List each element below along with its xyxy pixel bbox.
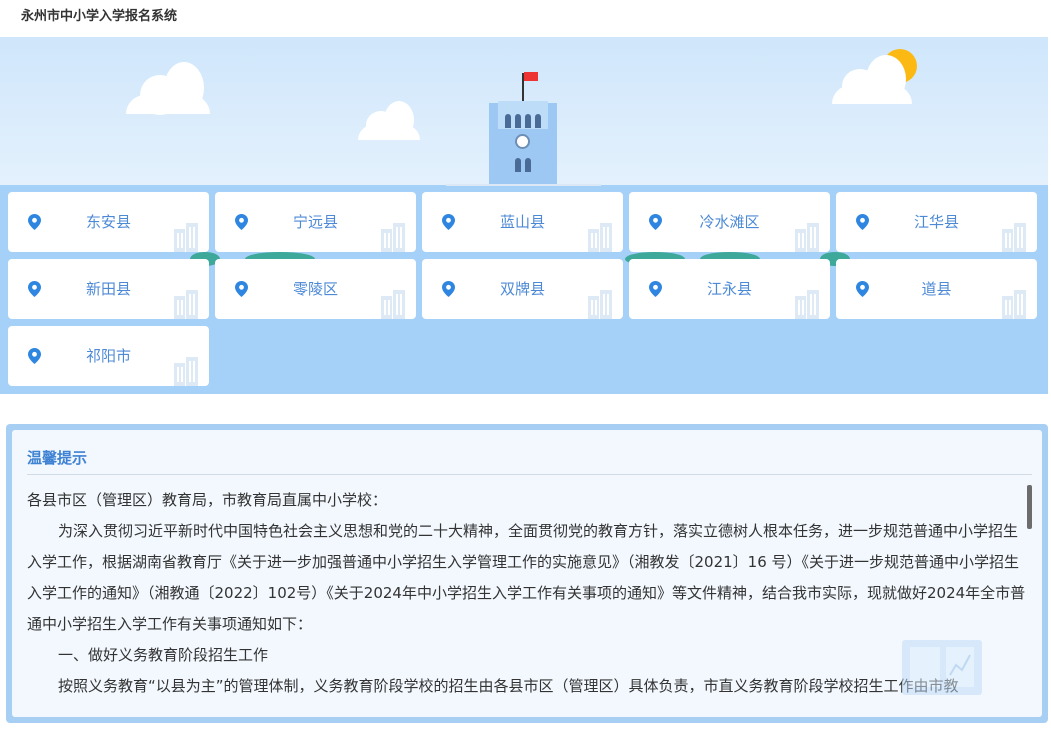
building-icon [174,223,198,252]
building-icon [1002,223,1026,252]
building-window [525,114,531,128]
building-window [525,158,531,172]
ground-line [446,184,601,186]
notice-paragraph: 为深入贯彻习近平新时代中国特色社会主义思想和党的二十大精神，全面贯彻党的教育方针… [27,522,1026,633]
building-window [515,114,521,128]
county-card[interactable]: 道县 [836,259,1037,319]
building-icon [1002,290,1026,319]
county-card[interactable]: 宁远县 [215,192,416,252]
cloud-icon [832,55,912,104]
county-card[interactable]: 蓝山县 [422,192,623,252]
banner: 东安县 宁远县 蓝山县 冷水滩区 江华县新田县 零陵区 双牌县 江永县 道县祁阳市 [0,37,1048,394]
notice-body[interactable]: 温馨提示 各县市区（管理区）教育局，市教育局直属中小学校： 为深入贯彻习近平新时… [12,430,1042,717]
building-window [535,114,541,128]
notice-panel: 温馨提示 各县市区（管理区）教育局，市教育局直属中小学校： 为深入贯彻习近平新时… [6,424,1048,723]
county-card[interactable]: 冷水滩区 [629,192,830,252]
clock-icon [515,134,530,149]
building-icon [588,290,612,319]
building-icon [795,290,819,319]
building-icon [588,223,612,252]
county-card[interactable]: 零陵区 [215,259,416,319]
notice-section-heading: 一、做好义务教育阶段招生工作 [58,646,269,664]
cloud-icon [126,62,210,115]
notice-content: 各县市区（管理区）教育局，市教育局直属中小学校： 为深入贯彻习近平新时代中国特色… [27,485,1027,702]
building-window [515,158,521,172]
county-card[interactable]: 双牌县 [422,259,623,319]
building-icon [174,357,198,386]
cloud-icon [358,101,420,140]
building-icon [174,290,198,319]
top-bar: 永州市中小学入学报名系统 [0,0,1051,37]
flag-icon [524,72,538,81]
county-card[interactable]: 东安县 [8,192,209,252]
notice-paragraph: 各县市区（管理区）教育局，市教育局直属中小学校： [27,491,388,509]
building-icon [381,223,405,252]
county-card[interactable]: 新田县 [8,259,209,319]
county-card[interactable]: 江华县 [836,192,1037,252]
app-title: 永州市中小学入学报名系统 [21,9,178,24]
county-card[interactable]: 祁阳市 [8,326,209,386]
building-icon [795,223,819,252]
book-illustration-icon [902,640,982,695]
county-card[interactable]: 江永县 [629,259,830,319]
building-window [505,114,511,128]
building-icon [381,290,405,319]
scrollbar-thumb[interactable] [1027,485,1032,529]
notice-paragraph: 按照义务教育“以县为主”的管理体制，义务教育阶段学校的招生由各县市区（管理区）具… [58,677,959,695]
notice-title: 温馨提示 [27,449,88,467]
divider [27,474,1032,475]
